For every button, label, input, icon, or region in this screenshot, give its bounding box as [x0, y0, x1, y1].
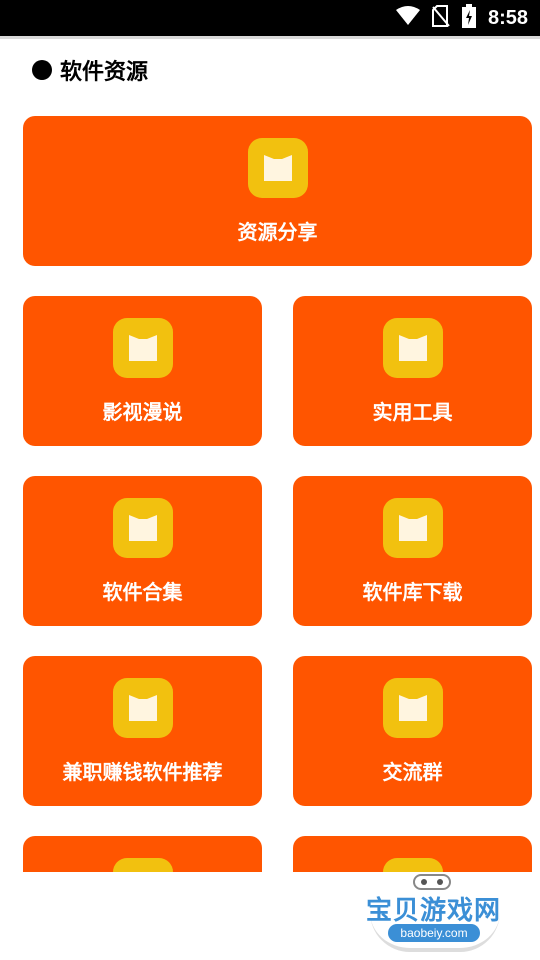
watermark-logo: 宝贝游戏网 baobeiy.com	[360, 868, 510, 958]
card-software-download[interactable]: 软件库下载	[293, 476, 532, 626]
watermark-title: 宝贝游戏网	[366, 895, 502, 925]
card-label: 实用工具	[372, 402, 453, 424]
bullet-dot-icon	[32, 60, 52, 80]
card-partial-2[interactable]	[293, 836, 532, 872]
card-label: 交流群	[382, 762, 443, 784]
folder-icon	[382, 678, 443, 738]
card-label: 软件合集	[102, 582, 183, 604]
card-partial-1[interactable]	[23, 836, 262, 872]
section-header: 软件资源	[32, 54, 148, 86]
card-label: 资源分享	[237, 222, 318, 244]
watermark-url: baobeiy.com	[388, 924, 480, 942]
folder-icon	[112, 678, 173, 738]
card-chat-group[interactable]: 交流群	[293, 656, 532, 806]
folder-icon	[112, 858, 173, 872]
section-title: 软件资源	[60, 59, 149, 84]
content-area[interactable]: 软件资源 资源分享 影视漫说 实用工具 软件合集 软件库下载 兼职赚钱软件推荐 …	[0, 0, 540, 872]
card-part-time-apps[interactable]: 兼职赚钱软件推荐	[23, 656, 262, 806]
card-label: 影视漫说	[102, 402, 183, 424]
card-film-comics[interactable]: 影视漫说	[23, 296, 262, 446]
folder-icon	[247, 138, 308, 198]
card-label: 兼职赚钱软件推荐	[62, 762, 223, 784]
card-label: 软件库下载	[362, 582, 463, 604]
folder-icon	[382, 498, 443, 558]
folder-icon	[382, 318, 443, 378]
card-utilities[interactable]: 实用工具	[293, 296, 532, 446]
card-software-collection[interactable]: 软件合集	[23, 476, 262, 626]
card-resource-share[interactable]: 资源分享	[23, 116, 532, 266]
folder-icon	[112, 318, 173, 378]
folder-icon	[112, 498, 173, 558]
